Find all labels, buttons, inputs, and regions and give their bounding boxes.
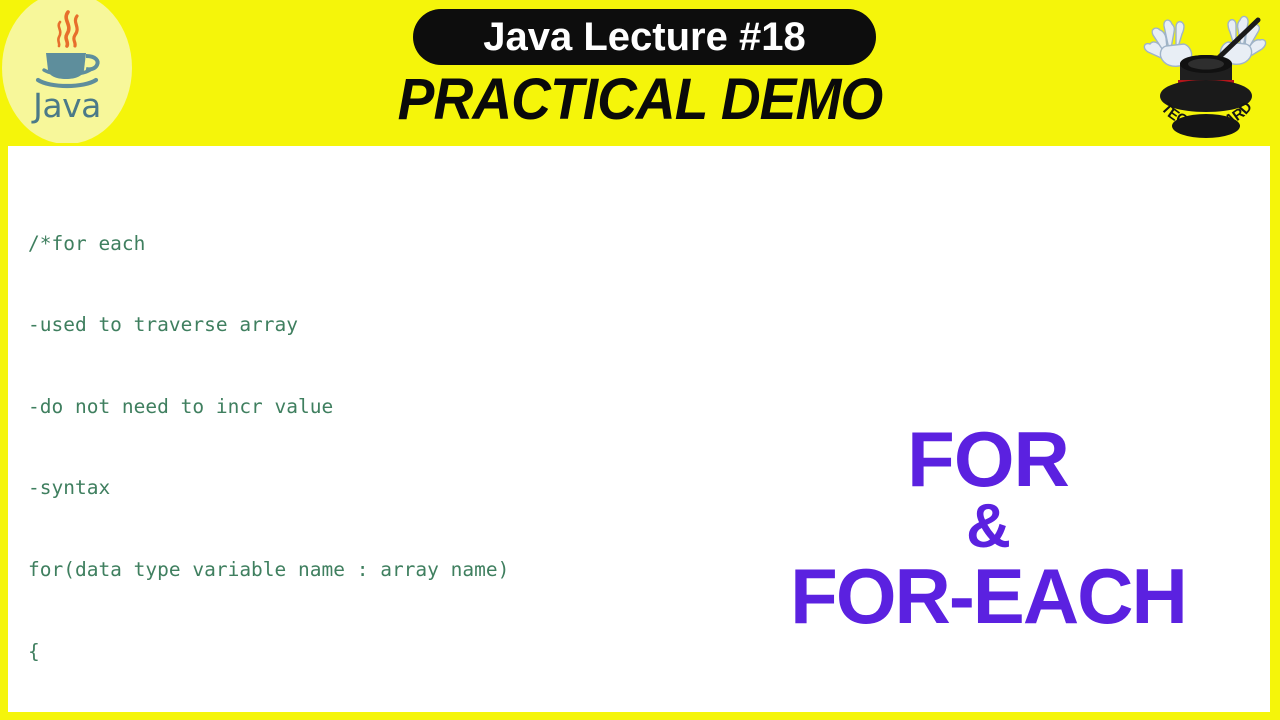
code-line[interactable]: { [28,638,1270,665]
magician-hat-icon: TECH WIZARD [1143,15,1267,138]
page-title: Java Lecture #18 [483,15,806,59]
code-line[interactable]: /*for each [28,230,1270,257]
code-line[interactable]: for(data type variable name : array name… [28,556,1270,583]
tech-wizard-logo: TECH WIZARD [1140,2,1272,140]
code-editor-surface[interactable]: /*for each -used to traverse array -do n… [8,146,1270,712]
code-editor-frame: /*for each -used to traverse array -do n… [0,143,1280,720]
video-frame: Java Java Lecture #18 PRACTICAL DEMO TE … [0,0,1280,720]
code-line[interactable]: -syntax [28,474,1270,501]
header-subtitle: PRACTICAL DEMO [397,67,884,132]
lecture-title-badge: Java Lecture #18 [413,9,876,65]
code-listing[interactable]: /*for each -used to traverse array -do n… [28,148,1270,712]
header-banner: Java Java Lecture #18 PRACTICAL DEMO TE … [0,0,1280,143]
code-line[interactable]: -used to traverse array [28,311,1270,338]
glove-right-icon [1219,15,1267,65]
code-line[interactable]: -do not need to incr value [28,393,1270,420]
